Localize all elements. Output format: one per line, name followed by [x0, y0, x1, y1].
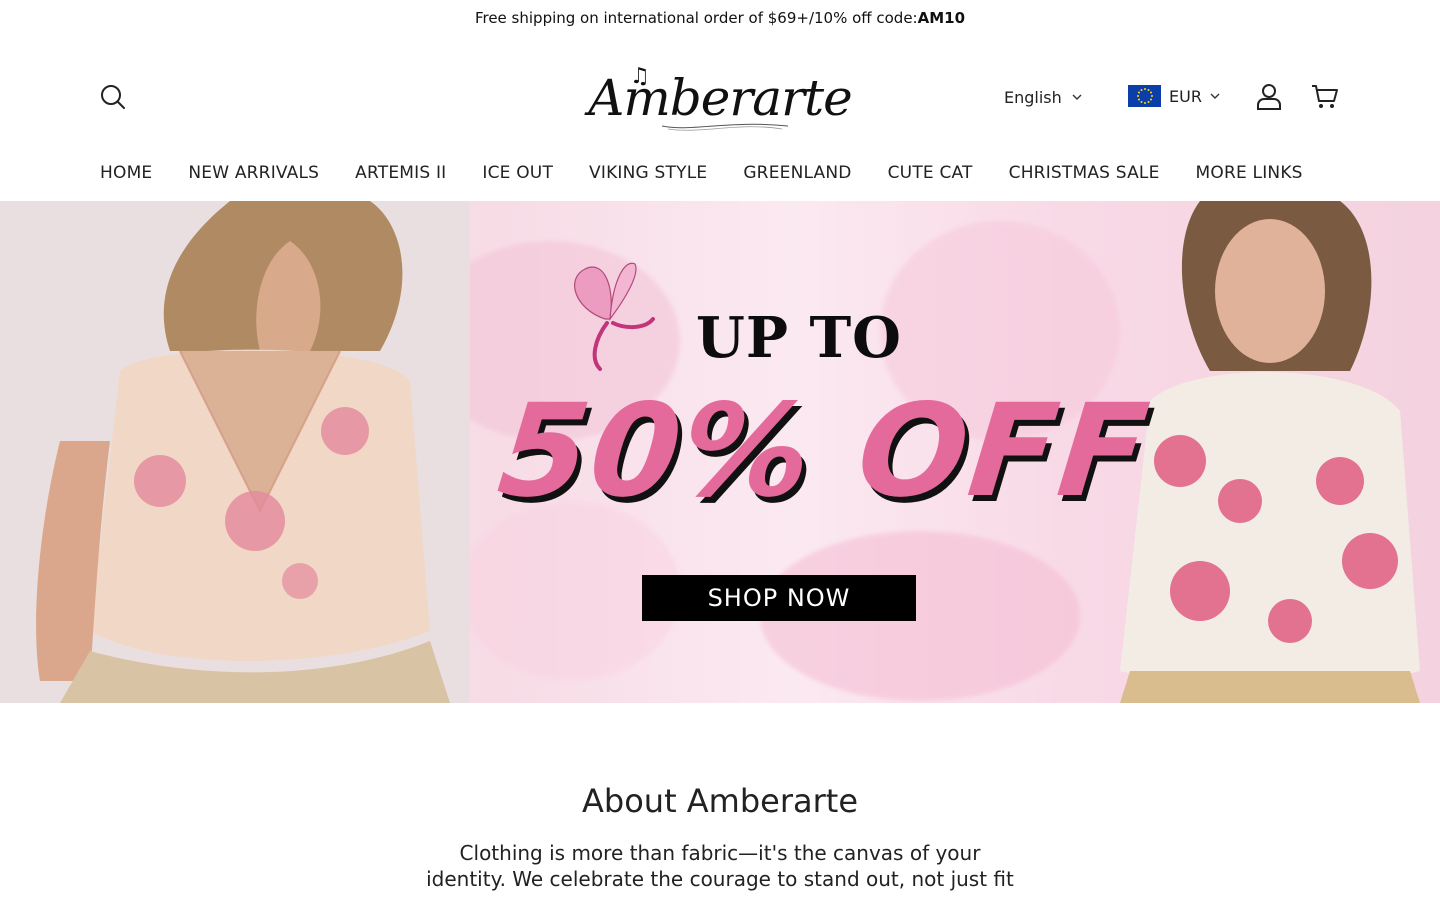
- search-button[interactable]: [96, 80, 130, 114]
- about-title: About Amberarte: [582, 782, 858, 820]
- nav-item-christmas-sale[interactable]: CHRISTMAS SALE: [1009, 163, 1160, 183]
- nav-item-more-links[interactable]: MORE LINKS: [1196, 163, 1303, 183]
- site-logo[interactable]: ♫ Amberarte: [560, 58, 880, 138]
- cart-button[interactable]: [1308, 80, 1342, 114]
- hero-headline-main: 50% OFF: [492, 377, 1157, 526]
- chevron-down-icon: [1072, 94, 1082, 100]
- about-text: Clothing is more than fabric—it's the ca…: [426, 841, 1014, 891]
- main-navigation: HOME NEW ARRIVALS ARTEMIS II ICE OUT VIK…: [100, 156, 1303, 190]
- nav-item-viking-style[interactable]: VIKING STYLE: [589, 163, 707, 183]
- announcement-bar: Free shipping on international order of …: [0, 0, 1440, 36]
- nav-item-cute-cat[interactable]: CUTE CAT: [888, 163, 973, 183]
- hero-banner[interactable]: UP TO 50% OFF SHOP NOW: [0, 201, 1440, 703]
- cart-icon: [1312, 85, 1338, 108]
- nav-item-home[interactable]: HOME: [100, 163, 152, 183]
- language-label: English: [1004, 87, 1062, 107]
- nav-item-ice-out[interactable]: ICE OUT: [482, 163, 553, 183]
- account-button[interactable]: [1252, 80, 1286, 114]
- discount-code: AM10: [917, 9, 966, 27]
- nav-item-artemis-ii[interactable]: ARTEMIS II: [355, 163, 446, 183]
- nav-item-greenland[interactable]: GREENLAND: [743, 163, 851, 183]
- chevron-down-icon: [1210, 93, 1220, 99]
- music-note-icon: ♫: [630, 64, 650, 89]
- site-header: ♫ Amberarte English EUR: [0, 36, 1440, 156]
- model-left-image: [0, 201, 470, 703]
- currency-label: EUR: [1169, 86, 1202, 106]
- logo-swoosh-icon: [661, 123, 789, 131]
- butterfly-icon: [574, 262, 655, 371]
- language-selector[interactable]: English: [1004, 85, 1082, 109]
- currency-selector[interactable]: EUR: [1128, 84, 1220, 108]
- user-icon: [1257, 84, 1281, 110]
- announcement-text: Free shipping on international order of …: [474, 9, 918, 27]
- hero-headline-top: UP TO: [696, 305, 902, 371]
- search-icon: [101, 85, 125, 109]
- logo-text: Amberarte: [588, 69, 852, 127]
- nav-item-new-arrivals[interactable]: NEW ARRIVALS: [188, 163, 319, 183]
- shop-now-button[interactable]: SHOP NOW: [642, 575, 916, 621]
- eu-flag-icon: [1128, 85, 1161, 107]
